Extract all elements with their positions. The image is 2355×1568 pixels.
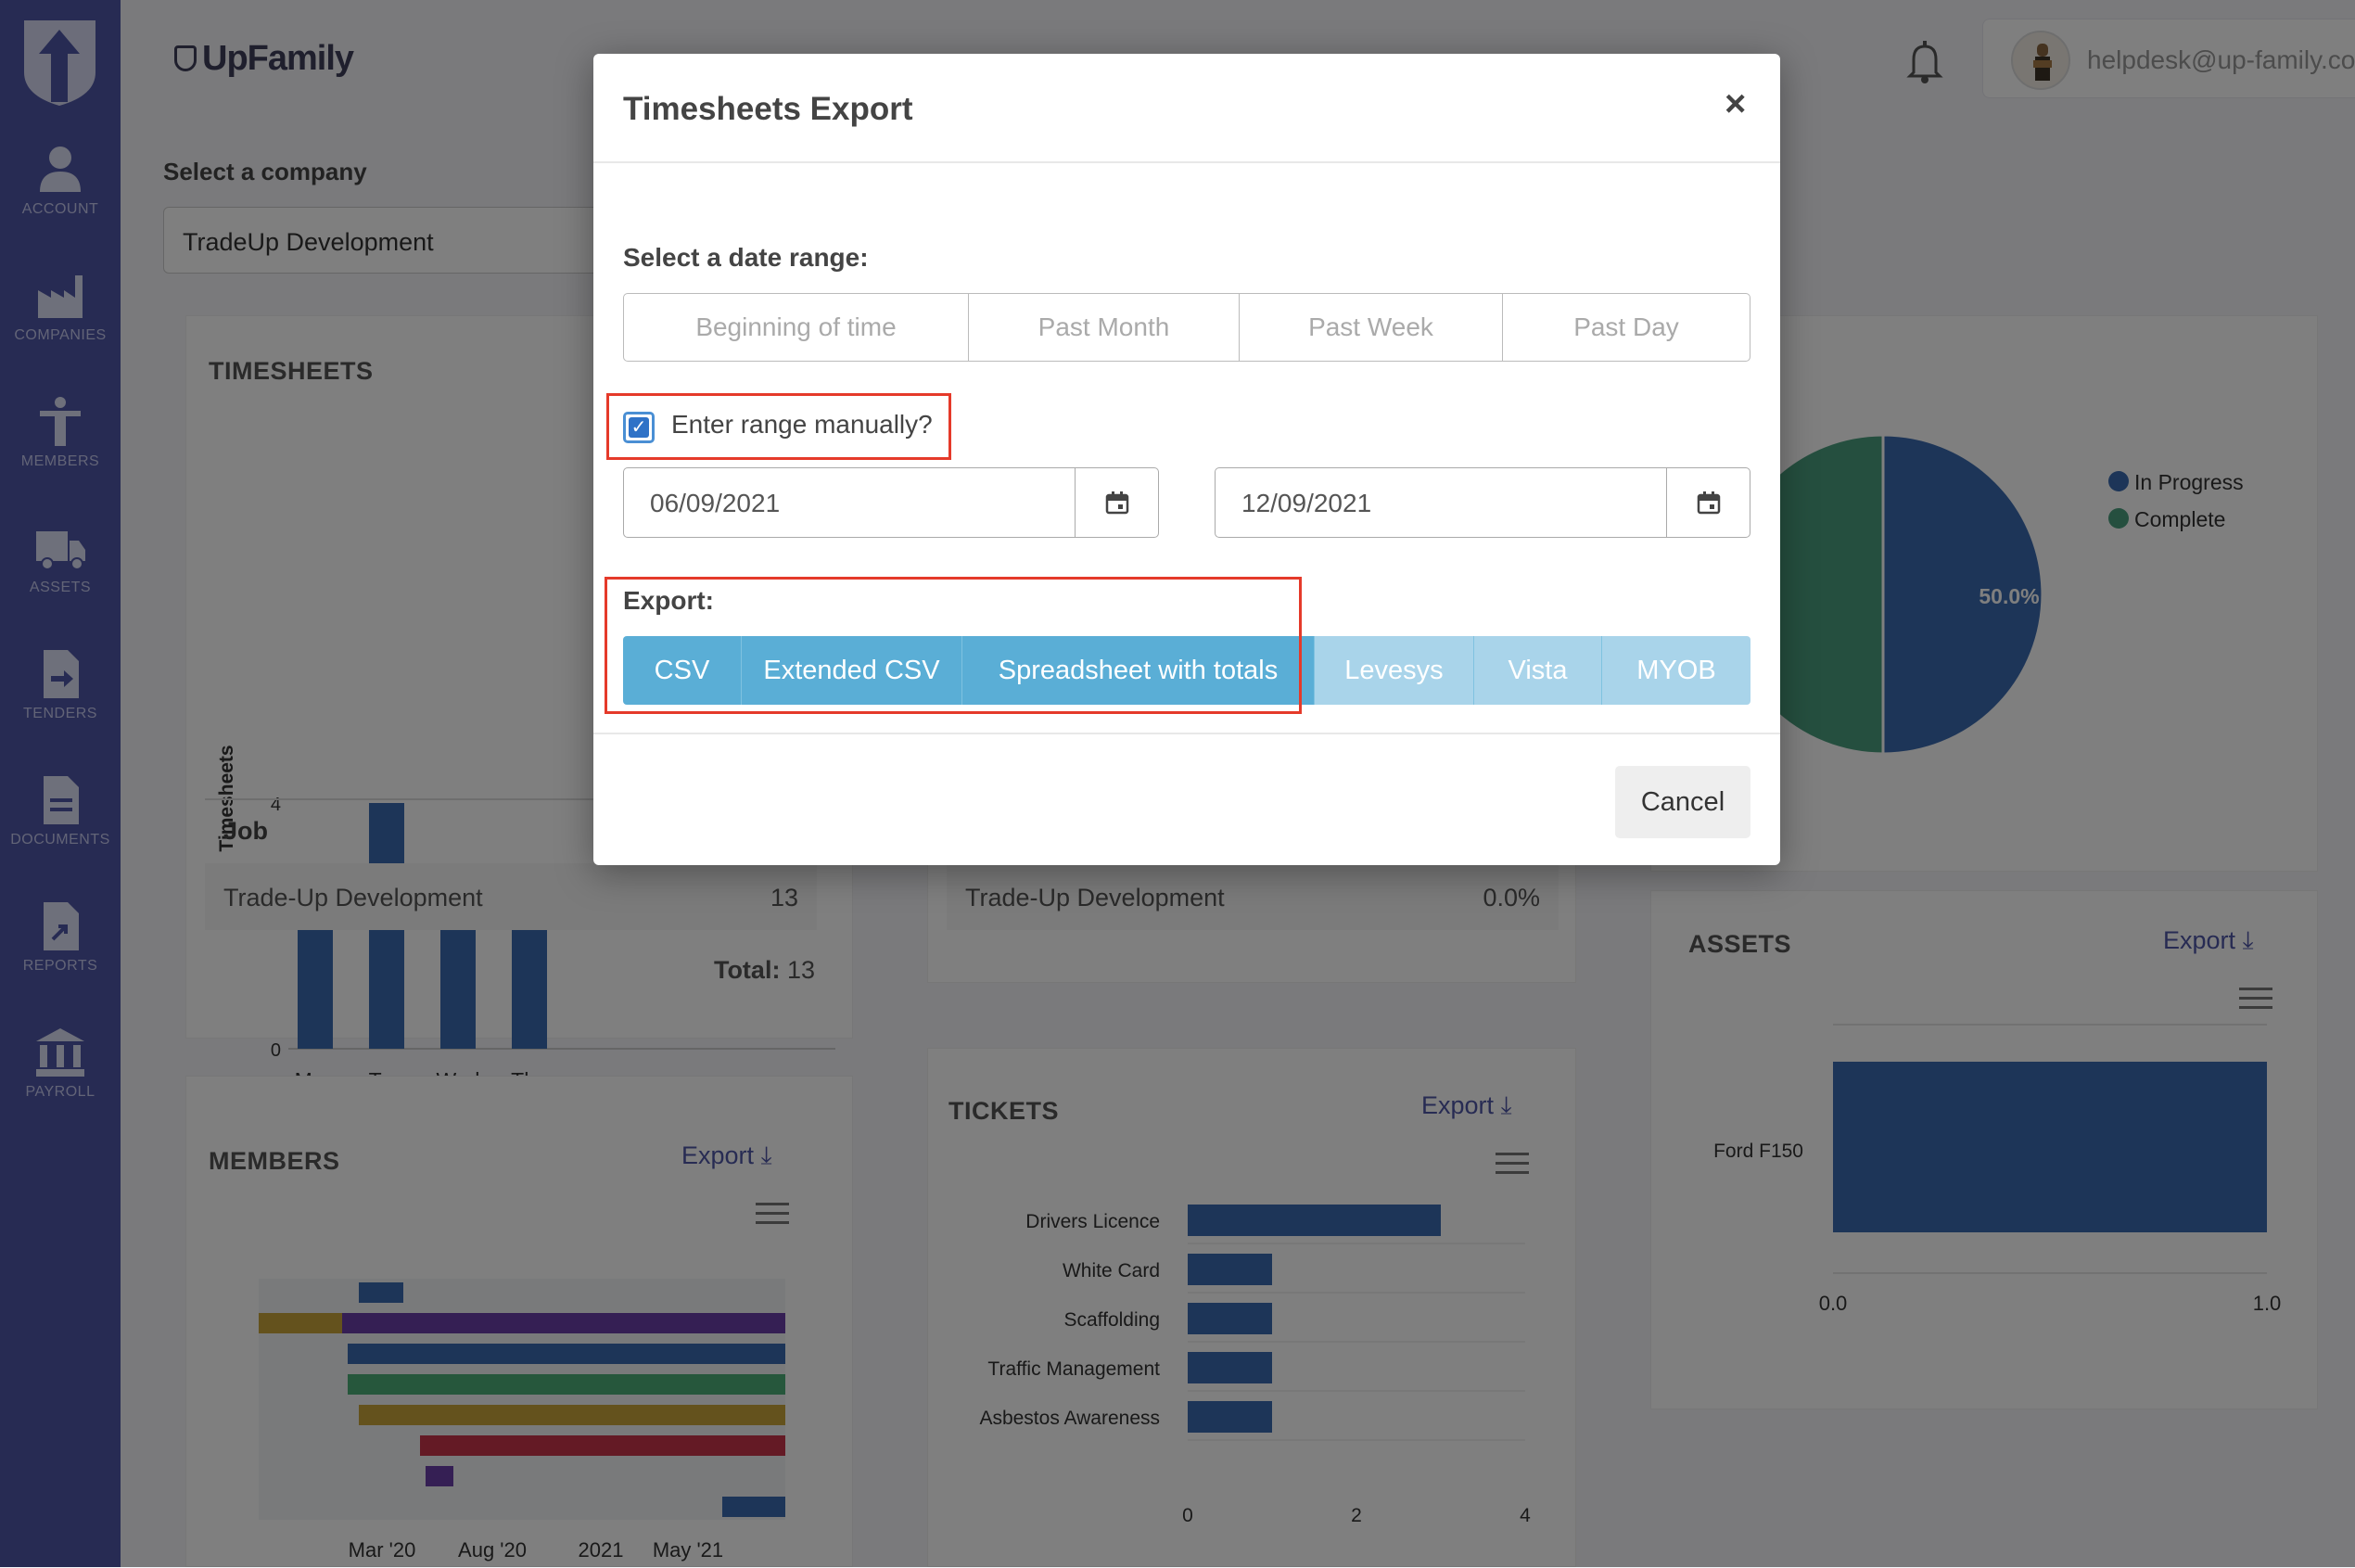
date-range-group: Beginning of time Past Month Past Week P… <box>623 293 1750 362</box>
cancel-button[interactable]: Cancel <box>1615 766 1750 838</box>
start-date-field[interactable]: 06/09/2021 <box>623 467 1159 538</box>
end-date-field[interactable]: 12/09/2021 <box>1215 467 1750 538</box>
modal-title: Timesheets Export <box>623 91 913 127</box>
start-date-calendar-button[interactable] <box>1075 468 1158 537</box>
modal-footer-divider <box>593 733 1780 734</box>
app-root: ACCOUNT COMPANIES MEMBERS ASSETS TENDERS… <box>0 0 2355 1567</box>
modal-header-divider <box>593 161 1780 163</box>
range-past-month-button[interactable]: Past Month <box>969 294 1240 361</box>
calendar-icon <box>1697 491 1721 515</box>
range-past-day-button[interactable]: Past Day <box>1503 294 1750 361</box>
highlight-box <box>606 393 951 460</box>
close-icon[interactable]: × <box>1725 83 1746 125</box>
export-levesys-button[interactable]: Levesys <box>1315 636 1474 705</box>
highlight-box <box>605 577 1302 714</box>
date-range-label: Select a date range: <box>623 243 869 272</box>
end-date-value: 12/09/2021 <box>1241 489 1372 517</box>
start-date-value: 06/09/2021 <box>650 489 781 517</box>
calendar-icon <box>1105 491 1129 515</box>
range-beginning-of-time-button[interactable]: Beginning of time <box>624 294 969 361</box>
export-myob-button[interactable]: MYOB <box>1602 636 1750 705</box>
export-vista-button[interactable]: Vista <box>1474 636 1602 705</box>
range-past-week-button[interactable]: Past Week <box>1240 294 1503 361</box>
end-date-calendar-button[interactable] <box>1666 468 1750 537</box>
timesheets-export-modal: Timesheets Export × Select a date range:… <box>593 54 1780 865</box>
